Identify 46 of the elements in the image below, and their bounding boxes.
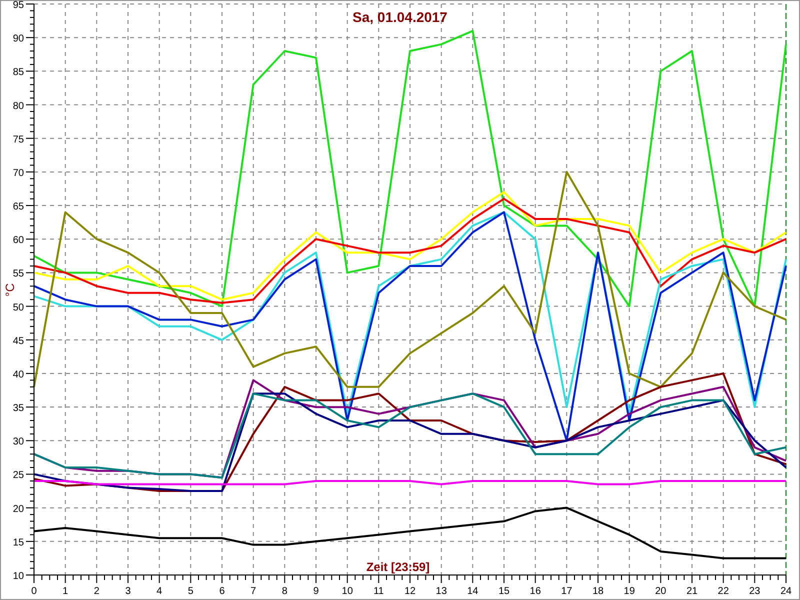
x-tick-label: 17 [561,586,572,597]
y-tick-label: 70 [12,168,24,179]
x-tick-label: 7 [250,586,256,597]
x-tick-label: 12 [404,586,416,597]
x-tick-label: 23 [749,586,760,597]
y-tick-label: 80 [12,100,24,112]
x-tick-label: 9 [313,586,319,597]
x-tick-label: 3 [125,586,131,597]
y-tick-label: 65 [12,202,24,213]
x-tick-label: 21 [686,586,698,597]
y-tick-label: 35 [12,403,24,414]
x-tick-label: 16 [530,586,541,597]
y-tick-label: 90 [12,34,24,45]
y-tick-label: 85 [12,67,24,78]
y-tick-label: 45 [12,336,24,347]
y-tick-label: 25 [12,470,24,482]
x-tick-label: 1 [62,586,68,597]
x-tick-label: 14 [467,586,478,597]
x-tick-label: 19 [624,586,635,597]
y-axis-label: °C [3,283,17,297]
y-tick-label: 40 [12,369,24,380]
x-tick-label: 6 [219,586,225,597]
y-tick-label: 95 [12,1,24,11]
x-tick-label: 22 [718,586,729,597]
y-tick-label: 55 [12,268,24,280]
x-tick-label: 18 [592,586,604,597]
x-tick-label: 2 [94,586,100,597]
y-tick-label: 30 [12,436,24,448]
x-tick-label: 20 [655,586,666,597]
y-tick-label: 20 [12,504,24,515]
chart-title: Sa, 01.04.2017 [352,9,448,25]
x-tick-label: 10 [342,586,353,597]
x-tick-label: 0 [31,586,37,597]
x-tick-label: 5 [188,586,194,597]
x-tick-label: 11 [373,586,384,597]
y-tick-label: 10 [12,571,24,582]
x-tick-label: 15 [498,586,510,597]
y-tick-label: 15 [12,537,24,548]
y-tick-label: 60 [12,235,24,246]
y-tick-label: 50 [12,302,24,314]
x-tick-label: 24 [780,586,792,597]
x-axis-label: Zeit [23:59] [366,560,430,574]
x-tick-label: 4 [156,586,162,597]
y-tick-label: 75 [12,134,24,146]
x-tick-label: 13 [436,586,447,597]
x-tick-label: 8 [282,586,288,597]
